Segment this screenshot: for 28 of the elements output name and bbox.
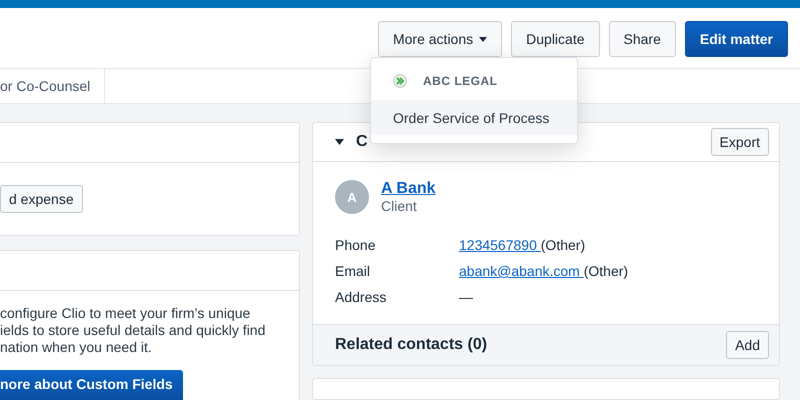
action-button[interactable]: Duplicate xyxy=(511,21,600,57)
field-note: (Other) xyxy=(584,263,628,279)
more-actions-button[interactable]: More actions xyxy=(378,21,502,57)
contact-name-link[interactable]: A Bank xyxy=(381,180,436,198)
field-note: (Other) xyxy=(540,237,586,253)
field-label: Email xyxy=(335,263,372,279)
section-title: Related contacts (0) xyxy=(335,336,488,354)
export-button[interactable]: Export xyxy=(710,128,769,156)
field-value: — xyxy=(459,289,473,305)
chevron-logo-icon xyxy=(393,74,407,88)
card-title: C xyxy=(356,133,369,151)
field-link[interactable]: 1234567890 xyxy=(459,237,541,253)
learn-more-button[interactable]: nore about Custom Fields xyxy=(0,370,183,400)
tab[interactable]: or Co-Counsel xyxy=(0,69,106,103)
expense-button[interactable]: d expense xyxy=(0,185,83,213)
field-label: Address xyxy=(335,289,388,305)
field-label: Phone xyxy=(335,237,376,253)
field-link[interactable]: abank@abank.com xyxy=(459,263,584,279)
menu-item[interactable]: Order Service of Process xyxy=(371,100,577,135)
edit-button[interactable]: Edit matter xyxy=(684,21,788,57)
action-button[interactable]: Share xyxy=(608,21,676,57)
contact-role: Client xyxy=(381,198,418,214)
help-text: configure Clio to meet your firm’s unique ields to store useful details and quickly find nation when you need it. xyxy=(0,305,266,356)
menu-group-label: ABC LEGAL xyxy=(423,74,498,88)
avatar: A xyxy=(335,180,369,214)
collapse-icon[interactable] xyxy=(335,139,344,145)
caret-icon xyxy=(479,36,488,42)
add-button[interactable]: Add xyxy=(726,331,769,359)
